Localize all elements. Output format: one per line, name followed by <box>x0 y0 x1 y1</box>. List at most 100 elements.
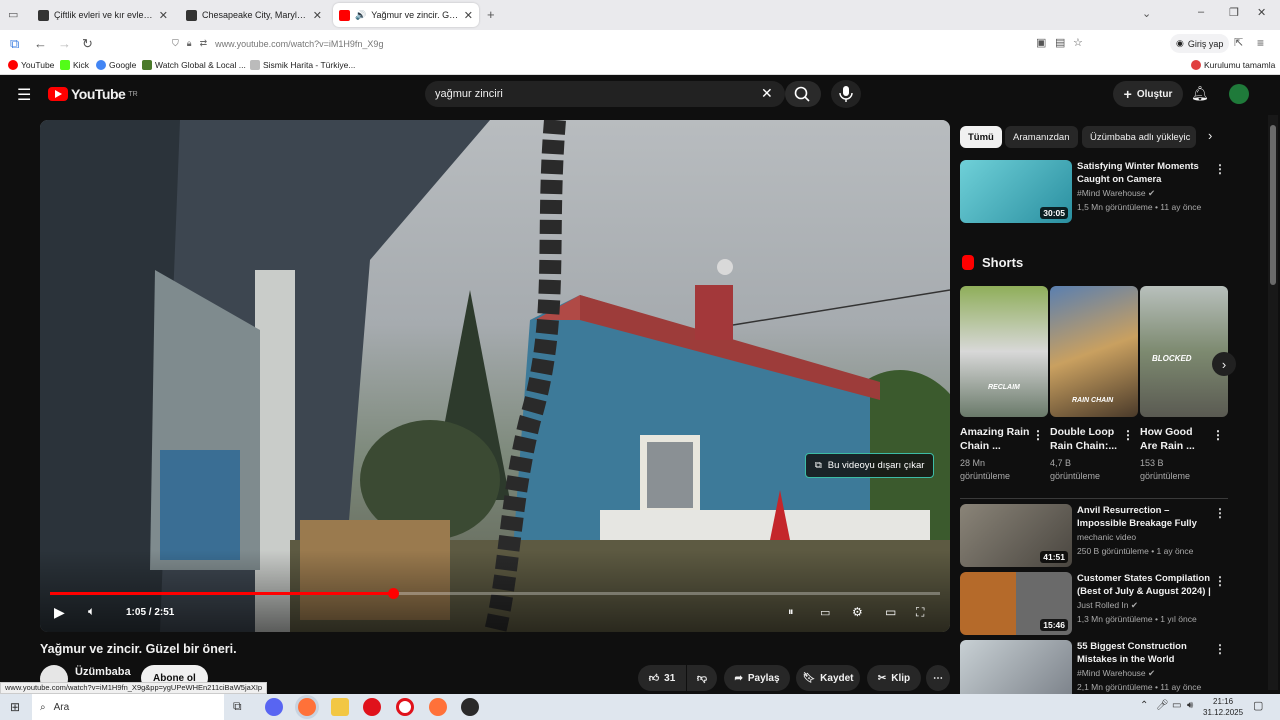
reader-icon[interactable]: ▤ <box>1055 36 1065 49</box>
network-icon[interactable]: ▭ <box>1172 700 1181 711</box>
video-thumbnail[interactable]: 41:51 <box>960 504 1072 567</box>
progress-bar[interactable] <box>50 588 940 599</box>
extensions-icon[interactable]: ⇱ <box>1234 36 1243 49</box>
fullscreen-icon[interactable]: ⛶ <box>916 605 924 620</box>
app-icon[interactable] <box>461 698 479 716</box>
short-thumbnail[interactable]: RECLAIM <box>960 286 1048 417</box>
bookmark-star-icon[interactable]: ☆ <box>1073 36 1083 49</box>
video-channel[interactable]: #Mind Warehouse ✔ <box>1077 188 1155 199</box>
discord-icon[interactable] <box>265 698 283 716</box>
short-menu-icon[interactable]: ⋮ <box>1122 428 1134 442</box>
start-windows-icon[interactable]: ⊞ <box>10 700 20 714</box>
tab-dropdown-icon[interactable]: ⌄ <box>1142 7 1151 20</box>
create-button[interactable]: + Oluştur <box>1113 81 1183 107</box>
firefox-icon[interactable] <box>298 698 316 716</box>
video-menu-icon[interactable]: ⋮ <box>1214 162 1226 176</box>
bookmark-youtube[interactable]: YouTube <box>8 60 54 70</box>
menu-icon[interactable]: ≡ <box>1257 36 1264 50</box>
hamburger-menu-icon[interactable]: ☰ <box>17 85 31 105</box>
taskbar-search[interactable]: ⌕ Ara <box>32 694 224 720</box>
like-button[interactable]: 👍︎ 31 <box>638 665 686 691</box>
subtitles-icon[interactable]: ▭ <box>820 606 830 619</box>
short-title[interactable]: Amazing Rain Chain ... <box>960 425 1030 453</box>
bookmark-google[interactable]: Google <box>96 60 136 70</box>
chip-all[interactable]: Tümü <box>960 126 1002 148</box>
page-scrollbar[interactable] <box>1268 115 1278 690</box>
short-menu-icon[interactable]: ⋮ <box>1032 428 1044 442</box>
tab-close-icon[interactable]: ✕ <box>159 9 168 22</box>
voice-search-button[interactable] <box>831 80 861 108</box>
short-item[interactable]: RAIN CHAIN Double Loop Rain Chain:... 4,… <box>1050 286 1138 483</box>
search-input[interactable]: yağmur zinciri ✕ <box>425 81 785 107</box>
pause-indicator-icon[interactable]: ⏸ <box>788 606 794 619</box>
chip-uploader[interactable]: Üzümbaba adlı yükleyic <box>1082 126 1196 148</box>
play-button[interactable]: ▶ <box>54 604 65 621</box>
video-thumbnail[interactable] <box>960 640 1072 694</box>
video-thumbnail[interactable]: 15:46 <box>960 572 1072 635</box>
scrollbar-thumb[interactable] <box>1270 125 1276 285</box>
tray-chevron-icon[interactable]: ⌃ <box>1140 700 1148 711</box>
video-menu-icon[interactable]: ⋮ <box>1214 506 1226 520</box>
forward-icon[interactable]: → <box>58 36 71 51</box>
notifications-icon[interactable]: ▢ <box>1253 699 1263 712</box>
short-thumbnail[interactable]: BLOCKED <box>1140 286 1228 417</box>
video-menu-icon[interactable]: ⋮ <box>1214 574 1226 588</box>
opera-icon[interactable] <box>363 698 381 716</box>
short-thumbnail[interactable]: RAIN CHAIN <box>1050 286 1138 417</box>
pip-icon[interactable]: ▣ <box>1036 36 1046 49</box>
firefox-2-icon[interactable] <box>429 698 447 716</box>
clear-search-icon[interactable]: ✕ <box>761 85 773 102</box>
new-tab-button[interactable]: + <box>487 7 495 22</box>
tab-close-icon[interactable]: ✕ <box>464 9 473 22</box>
tab-close-icon[interactable]: ✕ <box>313 9 322 22</box>
short-title[interactable]: Double Loop Rain Chain:... <box>1050 425 1120 453</box>
back-icon[interactable]: ← <box>34 36 47 51</box>
bookmark-kick[interactable]: Kick <box>60 60 89 70</box>
sidebar-toggle-icon[interactable]: ⧉ <box>10 36 19 52</box>
close-window-icon[interactable]: ✕ <box>1257 6 1266 19</box>
bookmark-sismik[interactable]: Sismik Harita - Türkiye... <box>250 60 355 70</box>
share-button[interactable]: ➦ Paylaş <box>724 665 790 691</box>
channel-name[interactable]: Üzümbaba <box>75 666 131 678</box>
dislike-button[interactable]: 👎︎ <box>687 665 717 691</box>
chip-from-search[interactable]: Aramanızdan <box>1005 126 1078 148</box>
video-title[interactable]: Anvil Resurrection – Impossible Breakage… <box>1077 504 1217 530</box>
video-channel[interactable]: Just Rolled In ✔ <box>1077 600 1138 611</box>
progress-scrubber[interactable] <box>387 588 399 599</box>
youtube-logo[interactable]: YouTube TR <box>48 86 138 102</box>
video-title[interactable]: Customer States Compilation (Best of Jul… <box>1077 572 1217 598</box>
bookmark-setup[interactable]: Kurulumu tamamla <box>1191 60 1275 70</box>
recommended-video[interactable]: 55 Biggest Construction Mistakes in the … <box>960 640 1240 694</box>
volume-tray-icon[interactable]: 🔊︎ <box>1187 700 1193 711</box>
recommended-video[interactable]: 30:05 Satisfying Winter Moments Caught o… <box>960 160 1240 223</box>
short-item[interactable]: BLOCKED How Good Are Rain ... 153 B görün… <box>1140 286 1228 483</box>
tab-3-active[interactable]: 🔊 Yağmur ve zincir. Güzel bir ö ✕ <box>333 3 479 27</box>
reload-icon[interactable]: ↻ <box>82 36 93 52</box>
signin-button[interactable]: ◉ Giriş yap <box>1170 34 1230 53</box>
video-channel[interactable]: mechanic video <box>1077 532 1136 542</box>
popout-video-button[interactable]: ⧉ Bu videoyu dışarı çıkar <box>805 453 935 478</box>
volume-icon[interactable]: 🔈︎ <box>88 604 95 619</box>
task-view-icon[interactable]: ⧉ <box>233 699 242 714</box>
video-title[interactable]: Satisfying Winter Moments Caught on Came… <box>1077 160 1217 186</box>
search-button[interactable] <box>785 81 821 107</box>
save-button[interactable]: 🔖︎ Kaydet <box>796 665 860 691</box>
notifications-bell-icon[interactable]: 🔔︎ <box>1191 85 1209 102</box>
avatar[interactable] <box>1229 84 1249 104</box>
short-title[interactable]: How Good Are Rain ... <box>1140 425 1210 453</box>
more-actions-button[interactable]: ⋯ <box>926 665 950 691</box>
recommended-video[interactable]: 15:46 Customer States Compilation (Best … <box>960 572 1240 635</box>
short-menu-icon[interactable]: ⋮ <box>1212 428 1224 442</box>
clock[interactable]: 21:16 31.12.2025 <box>1203 696 1243 718</box>
minimize-icon[interactable]: – <box>1198 6 1204 18</box>
speaker-icon[interactable]: 🔊 <box>355 10 366 21</box>
restore-icon[interactable]: ❐ <box>1229 6 1239 19</box>
tab-2[interactable]: Chesapeake City, Maryland, satılık... ✕ <box>180 3 328 27</box>
file-explorer-icon[interactable] <box>331 698 349 716</box>
theater-mode-icon[interactable]: ▭ <box>885 605 896 619</box>
address-bar[interactable]: ⛉ 🔒︎ ⇄ www.youtube.com/watch?v=iM1H9fn_X… <box>172 33 1092 54</box>
tab-1[interactable]: Çiftlik evleri ve kır evleri satılık // … <box>32 3 174 27</box>
microphone-tray-icon[interactable]: 🎤︎ <box>1156 700 1169 711</box>
video-thumbnail[interactable]: 30:05 <box>960 160 1072 223</box>
bookmark-watch[interactable]: Watch Global & Local ... <box>142 60 246 70</box>
